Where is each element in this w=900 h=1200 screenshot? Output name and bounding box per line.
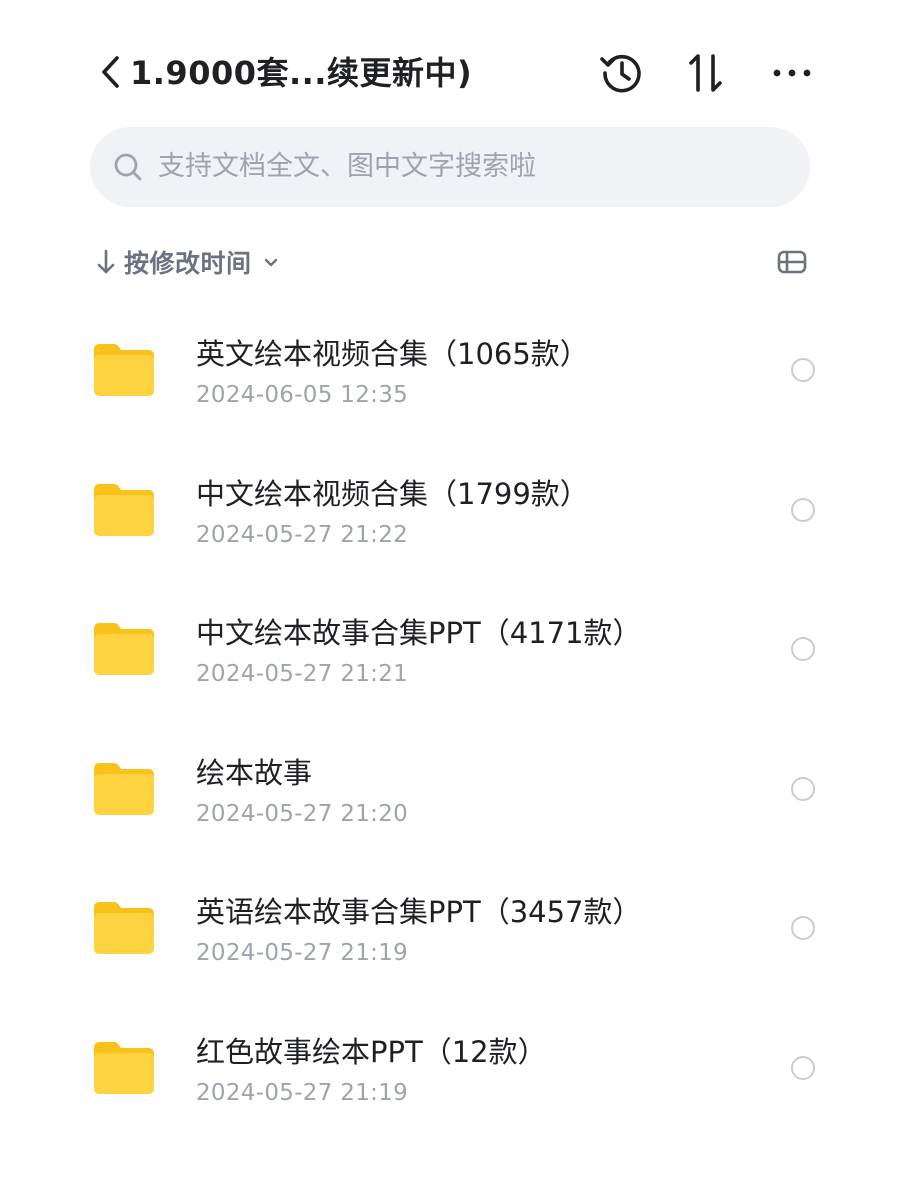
sort-arrows-icon	[689, 54, 722, 92]
folder-icon	[94, 623, 154, 675]
file-list: 英文绘本视频合集（1065款） 2024-06-05 12:35 中文绘本视频合…	[0, 300, 900, 1137]
list-view-icon	[777, 250, 807, 274]
select-checkbox[interactable]	[791, 637, 815, 661]
file-date: 2024-05-27 21:19	[196, 1079, 409, 1106]
search-icon	[114, 153, 142, 181]
page-title: 1.9000套...续更新中)	[130, 54, 473, 92]
history-icon	[600, 54, 641, 93]
file-date: 2024-05-27 21:22	[196, 521, 409, 548]
select-checkbox[interactable]	[791, 358, 815, 382]
select-checkbox[interactable]	[791, 916, 815, 940]
folder-icon	[94, 762, 154, 815]
sort-row: 按修改时间	[90, 238, 810, 286]
folder-icon	[94, 483, 154, 536]
file-date: 2024-06-05 12:35	[196, 382, 409, 408]
more-button[interactable]	[767, 48, 817, 98]
header-bar: 1.9000套...续更新中)	[0, 0, 900, 130]
file-name: 中文绘本视频合集（1799款）	[196, 476, 589, 511]
sort-label: 按修改时间	[124, 249, 252, 278]
list-item[interactable]: 英语绘本故事合集PPT（3457款） 2024-05-27 21:19	[0, 858, 900, 998]
more-dots-icon	[773, 69, 811, 77]
file-name: 中文绘本故事合集PPT（4171款）	[196, 616, 642, 650]
list-item[interactable]: 绘本故事 2024-05-27 21:20	[0, 719, 900, 859]
search-bar[interactable]: 支持文档全文、图中文字搜索啦	[90, 127, 810, 207]
chevron-down-icon	[264, 258, 277, 267]
folder-icon	[94, 344, 154, 396]
sort-by-modified-time-dropdown[interactable]: 按修改时间	[90, 238, 282, 286]
folder-icon	[94, 902, 154, 954]
list-item[interactable]: 红色故事绘本PPT（12款） 2024-05-27 21:19	[0, 998, 900, 1138]
file-name: 英文绘本视频合集（1065款）	[196, 337, 589, 371]
search-placeholder: 支持文档全文、图中文字搜索啦	[158, 151, 536, 182]
file-name: 红色故事绘本PPT（12款）	[196, 1034, 547, 1069]
list-item[interactable]: 中文绘本视频合集（1799款） 2024-05-27 21:22	[0, 440, 900, 580]
back-button[interactable]	[96, 52, 126, 92]
file-date: 2024-05-27 21:20	[196, 800, 409, 827]
file-date: 2024-05-27 21:21	[196, 661, 409, 687]
file-browser-page: 1.9000套...续更新中) 支持文档全文、图中文字搜索啦 按修改时间 英文绘…	[0, 0, 900, 1200]
select-checkbox[interactable]	[791, 497, 815, 522]
select-checkbox[interactable]	[791, 776, 815, 801]
arrow-down-icon	[97, 249, 115, 274]
list-item[interactable]: 英文绘本视频合集（1065款） 2024-06-05 12:35	[0, 300, 900, 440]
history-button[interactable]	[597, 48, 647, 98]
view-mode-button[interactable]	[774, 244, 810, 280]
select-checkbox[interactable]	[791, 1055, 815, 1080]
chevron-left-icon	[102, 56, 119, 88]
file-date: 2024-05-27 21:19	[196, 940, 409, 966]
file-name: 英语绘本故事合集PPT（3457款）	[196, 895, 642, 929]
list-item[interactable]: 中文绘本故事合集PPT（4171款） 2024-05-27 21:21	[0, 579, 900, 719]
file-name: 绘本故事	[196, 755, 313, 790]
sort-button[interactable]	[681, 48, 731, 98]
folder-icon	[94, 1041, 154, 1094]
